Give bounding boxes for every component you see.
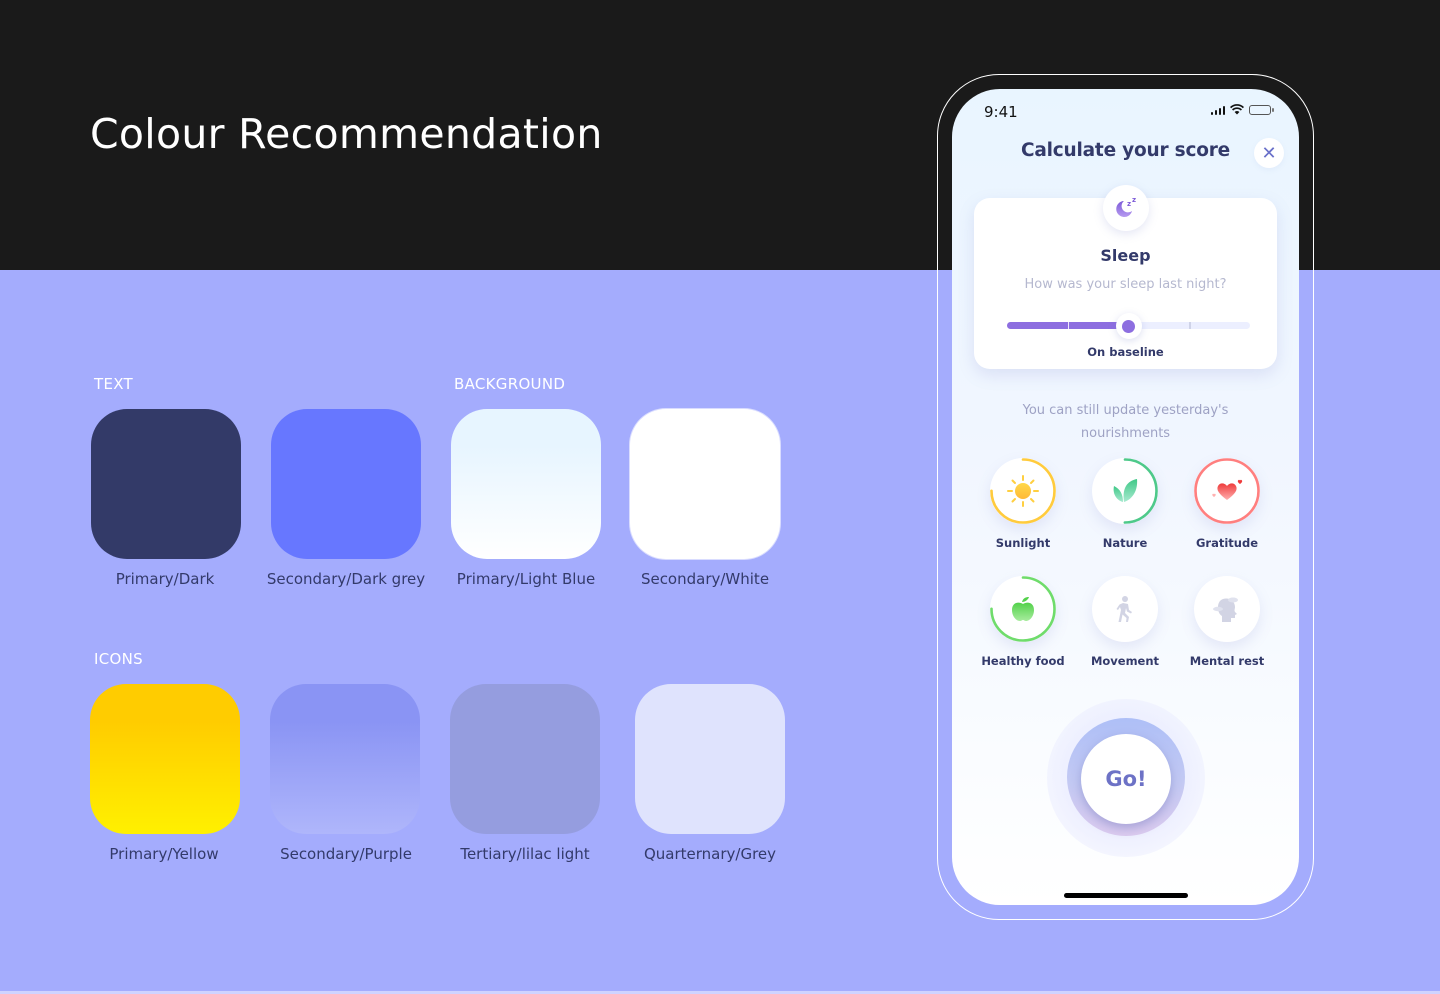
swatch-primary-light-blue xyxy=(451,409,601,559)
swatch-primary-yellow xyxy=(90,684,240,834)
swatch-label: Primary/Dark xyxy=(115,570,215,588)
page-title: Colour Recommendation xyxy=(90,110,603,158)
swatch-quarternary-grey xyxy=(635,684,785,834)
swatch-label: Tertiary/lilac light xyxy=(460,845,590,863)
swatch-secondary-purple xyxy=(270,684,420,834)
habit-button[interactable] xyxy=(990,458,1056,524)
habit-button[interactable] xyxy=(990,576,1056,642)
slider-thumb[interactable] xyxy=(1115,313,1142,339)
slider-caption: On baseline xyxy=(1087,345,1164,359)
section-label-text: TEXT xyxy=(94,375,134,393)
home-indicator[interactable] xyxy=(1064,893,1188,898)
update-text: You can still update yesterday's nourish… xyxy=(1022,403,1229,441)
sun-icon xyxy=(1007,475,1039,507)
battery-icon xyxy=(1249,104,1274,115)
svg-text:z: z xyxy=(1132,196,1136,204)
habit-label: Nature xyxy=(1102,536,1148,550)
habit-button[interactable] xyxy=(1194,576,1260,642)
swatch-label: Secondary/White xyxy=(640,570,770,588)
habit-label: Movement xyxy=(1090,654,1160,668)
svg-text:z: z xyxy=(1127,200,1131,208)
phone-screen: 9:41 Calculate your score ✕ Sleep How wa… xyxy=(952,89,1299,905)
status-icons xyxy=(1210,104,1274,115)
section-label-icons: ICONS xyxy=(94,650,143,668)
sleep-question: How was your sleep last night? xyxy=(1024,277,1227,292)
close-button[interactable]: ✕ xyxy=(1254,138,1284,168)
close-icon: ✕ xyxy=(1261,142,1277,164)
status-time: 9:41 xyxy=(984,103,1018,121)
go-button[interactable]: Go! xyxy=(1081,734,1171,824)
walking-icon xyxy=(1116,596,1132,622)
swatch-secondary-white xyxy=(630,409,780,559)
habit-button[interactable] xyxy=(1092,458,1158,524)
apple-icon xyxy=(1012,597,1034,621)
wifi-icon xyxy=(1230,104,1244,115)
sleep-title: Sleep xyxy=(1100,246,1151,265)
sleep-slider[interactable] xyxy=(1007,313,1250,339)
head-clouds-icon xyxy=(1213,597,1238,622)
swatch-label: Primary/Yellow xyxy=(109,845,219,863)
swatch-tertiary-lilac-light xyxy=(450,684,600,834)
habit-label: Mental rest xyxy=(1189,654,1265,668)
hearts-icon xyxy=(1212,479,1243,500)
leaf-icon xyxy=(1113,479,1138,502)
swatch-primary-dark xyxy=(91,409,241,559)
slider-tick xyxy=(1189,322,1191,329)
screen-title: Calculate your score xyxy=(1020,140,1231,161)
sleep-icon-badge: z z xyxy=(1103,185,1149,231)
swatch-label: Primary/Light Blue xyxy=(456,570,596,588)
habit-label: Gratitude xyxy=(1195,536,1259,550)
moon-zzz-icon: z z xyxy=(1116,196,1136,217)
habit-button[interactable] xyxy=(1092,576,1158,642)
habit-label: Healthy food xyxy=(981,654,1065,668)
swatch-label: Quarternary/Grey xyxy=(643,845,777,863)
signal-icon xyxy=(1210,105,1225,115)
swatch-label: Secondary/Dark grey xyxy=(266,570,426,588)
habit-label: Sunlight xyxy=(995,536,1051,550)
swatch-secondary-dark-grey xyxy=(271,409,421,559)
habit-button[interactable] xyxy=(1194,458,1260,524)
swatch-label: Secondary/Purple xyxy=(280,845,412,863)
section-label-background: BACKGROUND xyxy=(454,375,566,393)
slider-tick xyxy=(1067,322,1070,329)
